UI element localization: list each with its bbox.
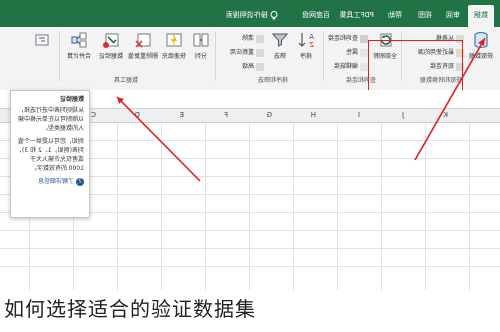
annotation-arrow-1 [116,96,201,182]
annotation-arrows [116,37,486,182]
excel-screenshot-mirrored: 数据 审阅 视图 帮助 PDF工具集 百度网盘 操作说明搜索 获取数据 从表格 … [0,0,500,290]
caption: 如何选择适合的验证数据集 [4,297,256,321]
annotation-arrow-2 [414,37,486,161]
